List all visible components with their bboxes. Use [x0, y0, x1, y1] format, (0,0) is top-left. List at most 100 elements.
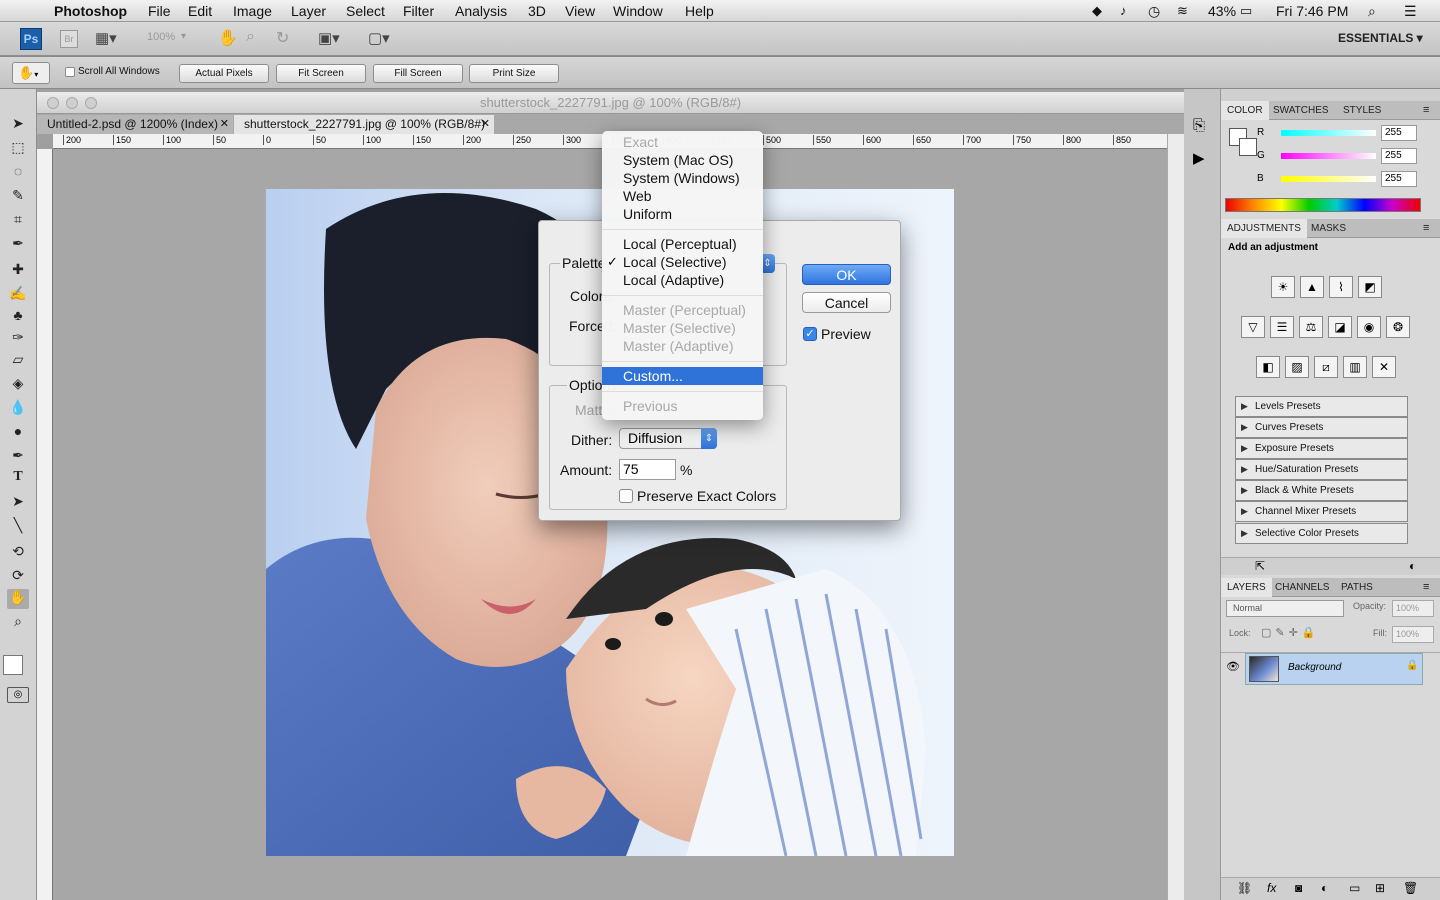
new-adjustment-layer-icon[interactable]: ◐ — [1321, 881, 1328, 895]
opacity-field[interactable]: 100% — [1392, 600, 1434, 617]
tool-preset-picker[interactable]: ✋▾ — [12, 62, 50, 84]
red-slider[interactable] — [1281, 130, 1376, 136]
battery-label[interactable]: 43% — [1208, 3, 1236, 19]
bridge-button[interactable]: Br — [60, 30, 78, 48]
arrange-documents-icon[interactable]: ▣▾ — [318, 29, 340, 47]
eraser-tool-icon[interactable]: ▱ — [7, 351, 29, 371]
exposure-icon[interactable]: ◩ — [1358, 276, 1382, 298]
panel-menu-icon[interactable]: ≡ — [1417, 219, 1435, 238]
cancel-button[interactable]: Cancel — [802, 292, 891, 313]
hue-saturation-presets[interactable]: Hue/Saturation Presets — [1235, 459, 1408, 480]
clone-stamp-tool-icon[interactable]: ♣ — [7, 307, 29, 327]
fill-screen-button[interactable]: Fill Screen — [373, 64, 463, 83]
menu-select[interactable]: Select — [346, 3, 385, 19]
hand-tool-icon[interactable]: ✋ — [7, 589, 29, 609]
close-icon[interactable]: ✕ — [220, 115, 229, 134]
move-tool-icon[interactable]: ➤ — [7, 115, 29, 135]
fx-icon[interactable]: fx — [1267, 881, 1276, 895]
eye-icon[interactable]: 👁 — [1226, 655, 1241, 679]
preserve-exact-colors-checkbox[interactable] — [619, 489, 633, 503]
tab-shutterstock[interactable]: shutterstock_2227791.jpg @ 100% (RGB/8#)… — [234, 115, 494, 134]
workspace-switcher[interactable]: ESSENTIALS ▾ — [1338, 31, 1423, 45]
tab-masks[interactable]: MASKS — [1305, 219, 1352, 238]
view-extras-icon[interactable]: ▦▾ — [95, 29, 117, 47]
black-white-icon[interactable]: ◪ — [1328, 316, 1352, 338]
3d-rotate-tool-icon[interactable]: ⟲ — [7, 543, 29, 563]
threshold-icon[interactable]: ⧄ — [1314, 356, 1338, 378]
history-brush-tool-icon[interactable]: ✑ — [7, 329, 29, 349]
return-to-list-icon[interactable]: ⇱ — [1255, 559, 1265, 573]
time-machine-icon[interactable]: ◷ — [1148, 3, 1160, 20]
menu-image[interactable]: Image — [233, 3, 272, 19]
blue-value-field[interactable]: 255 — [1381, 171, 1417, 187]
minimize-window-button[interactable] — [66, 97, 78, 109]
green-slider[interactable] — [1281, 153, 1376, 159]
palette-option-custom[interactable]: Custom... — [602, 367, 763, 385]
tab-color[interactable]: COLOR — [1221, 101, 1269, 120]
screen-mode-icon[interactable]: ▢▾ — [368, 29, 390, 47]
menu-help[interactable]: Help — [685, 3, 714, 19]
panel-menu-icon[interactable]: ≡ — [1417, 578, 1435, 597]
menu-layer[interactable]: Layer — [291, 3, 326, 19]
panel-menu-icon[interactable]: ≡ — [1417, 101, 1435, 120]
curves-presets[interactable]: Curves Presets — [1235, 417, 1408, 438]
zoom-window-button[interactable] — [85, 97, 97, 109]
3d-orbit-tool-icon[interactable]: ⟳ — [7, 567, 29, 587]
green-value-field[interactable]: 255 — [1381, 148, 1417, 164]
exposure-presets[interactable]: Exposure Presets — [1235, 438, 1408, 459]
notifications-icon[interactable]: ☰ — [1404, 3, 1417, 20]
palette-option-uniform[interactable]: Uniform — [602, 205, 763, 223]
selective-color-icon[interactable]: ✕ — [1372, 356, 1396, 378]
red-value-field[interactable]: 255 — [1381, 125, 1417, 141]
levels-presets[interactable]: Levels Presets — [1235, 396, 1408, 417]
lock-icons[interactable]: ▢✎✛🔒 — [1261, 626, 1320, 639]
menu-analysis[interactable]: Analysis — [455, 3, 507, 19]
history-panel-icon[interactable]: ⎘ — [1193, 117, 1205, 134]
layer-name[interactable]: Background — [1288, 662, 1341, 673]
foreground-color-swatch[interactable] — [3, 655, 23, 675]
fit-screen-button[interactable]: Fit Screen — [276, 64, 366, 83]
line-tool-icon[interactable]: ╲ — [7, 517, 29, 537]
zoom-tool-icon[interactable]: ⌕ — [7, 613, 29, 633]
marquee-tool-icon[interactable]: ⬚ — [7, 139, 29, 159]
curves-icon[interactable]: ⌇ — [1329, 276, 1353, 298]
dodge-tool-icon[interactable]: ● — [7, 423, 29, 443]
selective-color-presets[interactable]: Selective Color Presets — [1235, 523, 1408, 544]
crop-tool-icon[interactable]: ⌗ — [7, 211, 29, 231]
tab-swatches[interactable]: SWATCHES — [1267, 101, 1335, 120]
menu-window[interactable]: Window — [613, 3, 663, 19]
spotlight-icon[interactable]: ⌕ — [1368, 3, 1376, 20]
tab-styles[interactable]: STYLES — [1337, 101, 1387, 120]
rotate-view-icon[interactable]: ↻ — [276, 28, 289, 48]
new-group-icon[interactable]: ▭ — [1349, 881, 1360, 895]
sound-icon[interactable]: ♪ — [1120, 3, 1127, 18]
zoom-icon[interactable]: ⌕ — [246, 28, 255, 46]
menu-edit[interactable]: Edit — [188, 3, 212, 19]
hue-saturation-icon[interactable]: ☰ — [1270, 316, 1294, 338]
levels-icon[interactable]: ▲ — [1300, 276, 1324, 298]
tab-layers[interactable]: LAYERS — [1221, 578, 1272, 597]
zoom-level[interactable]: 100% — [147, 31, 175, 43]
path-selection-tool-icon[interactable]: ➤ — [7, 493, 29, 513]
amount-field[interactable]: 75 — [619, 459, 676, 480]
scroll-all-windows-checkbox[interactable] — [65, 67, 75, 77]
app-menu[interactable]: Photoshop — [54, 3, 127, 19]
close-icon[interactable]: ✕ — [481, 115, 490, 134]
clip-to-layer-icon[interactable]: ◐ — [1409, 559, 1416, 573]
blue-slider[interactable] — [1281, 176, 1376, 182]
gradient-map-icon[interactable]: ▥ — [1343, 356, 1367, 378]
gradient-tool-icon[interactable]: ◈ — [7, 375, 29, 395]
color-balance-icon[interactable]: ⚖ — [1299, 316, 1323, 338]
menu-view[interactable]: View — [565, 3, 595, 19]
zoom-dropdown-icon[interactable]: ▾ — [181, 31, 186, 42]
actual-pixels-button[interactable]: Actual Pixels — [179, 64, 269, 83]
eyedropper-tool-icon[interactable]: ✒ — [7, 235, 29, 255]
print-size-button[interactable]: Print Size — [469, 64, 559, 83]
menu-file[interactable]: File — [148, 3, 171, 19]
blend-mode-select[interactable]: Normal — [1226, 600, 1344, 617]
background-color-swatch[interactable] — [1239, 138, 1257, 156]
color-ramp[interactable] — [1225, 198, 1421, 212]
type-tool-icon[interactable]: T — [7, 469, 29, 489]
vibrance-icon[interactable]: ▽ — [1241, 316, 1265, 338]
brush-tool-icon[interactable]: ✍ — [7, 285, 29, 305]
